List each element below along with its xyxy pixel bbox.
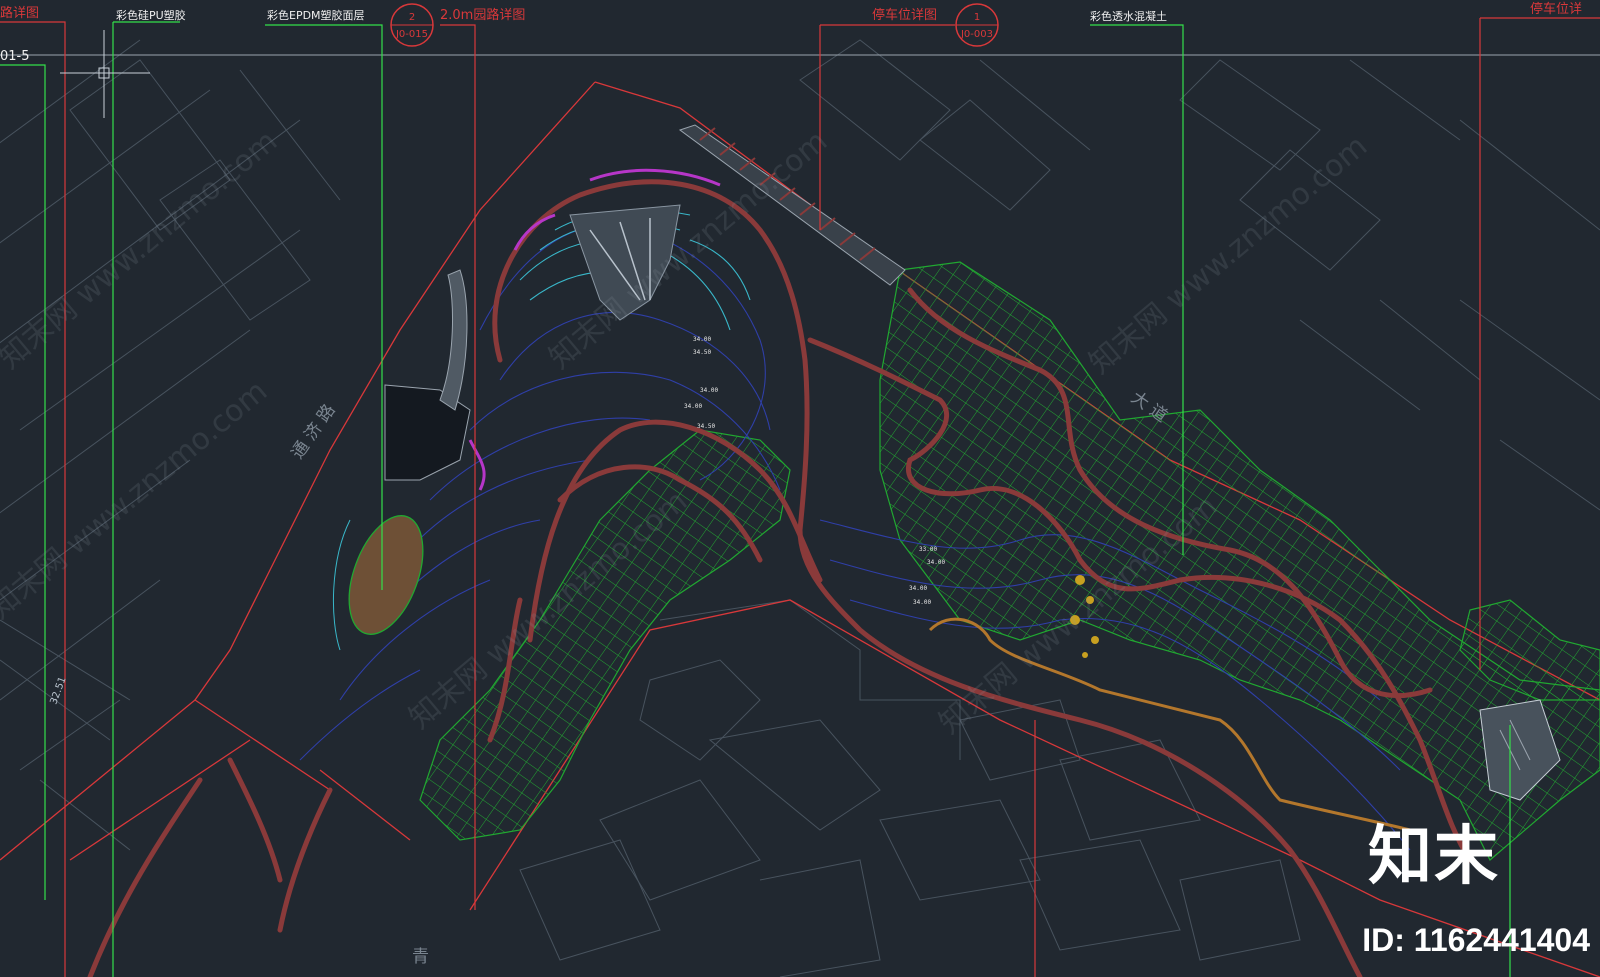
contour-label: 34.00 — [927, 559, 945, 566]
parking-tag-number: 1 — [974, 12, 980, 23]
detail-tag-parking[interactable]: 1 J0-003 — [955, 3, 999, 47]
label-detail-left: 路详图 — [0, 5, 39, 21]
contour-label: 34.00 — [693, 336, 711, 343]
parking-tag-ref: J0-003 — [960, 29, 993, 40]
path-tag-number: 2 — [409, 12, 415, 23]
contour-label: 34.00 — [913, 599, 931, 606]
contour-label: 34.50 — [693, 349, 711, 356]
contour-label: 34.00 — [700, 387, 718, 394]
cad-drawing-canvas: 2 J0-015 1 J0-003 路详图 彩色硅PU塑胶 彩色EPDM塑胶面层… — [0, 1, 1600, 977]
label-parking-right: 停车位详 — [1530, 1, 1582, 17]
road-name-bottom: 青 — [412, 947, 429, 967]
detail-tag-path[interactable]: 2 J0-015 — [390, 3, 434, 47]
contour-label: 33.00 — [919, 546, 937, 553]
contour-label: 34.00 — [909, 585, 927, 592]
brand-logo: 知末 — [1368, 820, 1500, 894]
label-epdm: 彩色EPDM塑胶面层 — [267, 8, 365, 22]
path-tag-ref: J0-015 — [395, 29, 428, 40]
label-concrete: 彩色透水混凝土 — [1090, 9, 1167, 23]
contour-label: 34.00 — [684, 403, 702, 410]
image-id-label: ID: 1162441404 — [1362, 922, 1590, 958]
watermark-text: 知末网 www.znzmo.com — [0, 124, 284, 376]
label-path-detail: 2.0m园路详图 — [440, 7, 525, 23]
contour-label: 34.50 — [697, 423, 715, 430]
label-parking: 停车位详图 — [872, 7, 937, 23]
crosshair-cursor-icon — [60, 30, 150, 118]
watermark-text: 知末网 www.znzmo.com — [0, 374, 274, 626]
road-name-tongji: 通 济 路 — [288, 401, 340, 463]
label-left-ref: 01-5 — [0, 49, 30, 64]
label-pu: 彩色硅PU塑胶 — [116, 8, 186, 22]
